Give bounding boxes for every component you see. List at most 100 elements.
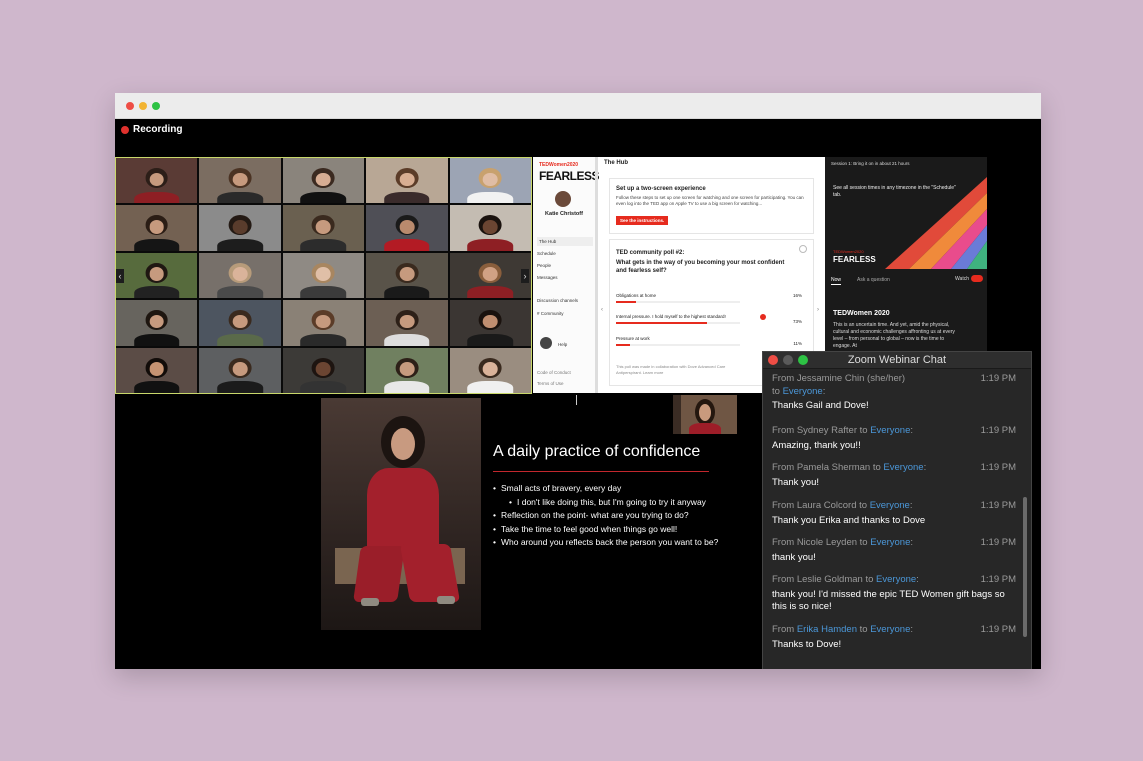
participant-video-tile[interactable] <box>199 300 281 346</box>
chat-recipient: Everyone <box>870 537 911 548</box>
participant-video-tile[interactable] <box>282 300 365 346</box>
avatar <box>555 191 571 207</box>
chat-recipient: Everyone <box>883 462 924 473</box>
chat-scrollbar-thumb[interactable] <box>1023 497 1027 637</box>
ted-nav-discussion-channels[interactable]: Discussion channels <box>537 298 578 303</box>
poll-bar-fill <box>616 322 707 324</box>
poll-bar-track <box>616 344 740 346</box>
participant-video-tile[interactable] <box>282 347 365 393</box>
gallery-prev-arrow[interactable]: ‹ <box>116 269 124 283</box>
participant-video-tile[interactable] <box>449 300 531 346</box>
setup-card-title: Set up a two-screen experience <box>616 186 706 192</box>
chat-timestamp: 1:19 PM <box>980 425 1016 436</box>
participant-video-tile[interactable] <box>116 158 198 204</box>
ted-brand: TEDWomen2020 <box>539 162 579 168</box>
chat-titlebar: Zoom Webinar Chat <box>763 352 1031 369</box>
tab-ask-a-question[interactable]: Ask a question <box>857 277 890 283</box>
fearless-stripes-graphic <box>885 177 987 269</box>
participant-video-tile[interactable] <box>366 347 448 393</box>
setup-card-body: Follow these steps to set up one screen … <box>616 195 804 206</box>
participant-video-tile[interactable] <box>199 205 281 251</box>
ted-event-name: FEARLESS <box>539 169 600 183</box>
participant-video-tile[interactable] <box>116 205 198 251</box>
chat-message-header: From Jessamine Chin (she/her) to Everyone… <box>772 373 906 397</box>
participant-video-tile[interactable] <box>116 300 198 346</box>
slide-bullet: Small acts of bravery, every day <box>493 482 718 496</box>
poll-option-percent: 11% <box>793 341 802 346</box>
ted-sidebar: TEDWomen2020 FEARLESS Katie Christoff Th… <box>533 157 600 393</box>
participant-video-tile[interactable] <box>449 158 531 204</box>
chat-timestamp: 1:19 PM <box>980 574 1016 585</box>
chevron-left-icon[interactable]: ‹ <box>601 307 603 313</box>
ted-code-of-conduct-link[interactable]: Code of Conduct <box>537 370 571 375</box>
participant-video-tile[interactable] <box>282 205 365 251</box>
participant-video-tile[interactable] <box>199 347 281 393</box>
watch-toggle[interactable] <box>971 275 983 282</box>
participant-video-tile[interactable] <box>366 205 448 251</box>
speaker-thumbnail-video[interactable] <box>673 395 737 434</box>
gallery-next-arrow[interactable]: › <box>521 269 529 283</box>
chat-sender: Laura Colcord <box>796 500 857 511</box>
participant-video-tile[interactable] <box>282 158 365 204</box>
participant-video-tile[interactable] <box>282 252 365 299</box>
sidebar-divider <box>595 157 598 393</box>
slide-title-underline <box>493 471 709 472</box>
ted-nav-the-hub[interactable]: The Hub <box>537 237 593 246</box>
info-icon[interactable] <box>799 245 807 253</box>
chat-timestamp: 1:19 PM <box>980 537 1016 548</box>
ted-nav-help[interactable]: Help <box>558 342 567 347</box>
chat-message-header: From Erika Hamden to Everyone: <box>772 624 913 635</box>
chat-message: From Erika Hamden to Everyone: 1:19 PM T… <box>772 624 1016 651</box>
ted-nav-messages[interactable]: Messages <box>537 275 558 280</box>
chevron-right-icon[interactable]: › <box>817 307 819 313</box>
window-titlebar <box>115 93 1041 119</box>
chat-timestamp: 1:19 PM <box>980 500 1016 511</box>
see-instructions-button[interactable]: See the instructions. <box>616 216 669 225</box>
chat-message-text: Thanks to Dove! <box>772 638 842 650</box>
setup-card: Set up a two-screen experience Follow th… <box>609 178 814 234</box>
chat-timestamp: 1:19 PM <box>980 624 1016 635</box>
chat-sender: Leslie Goldman <box>796 574 863 585</box>
poll-option-label: Obligations at home <box>616 293 657 298</box>
chat-message-text: Thank you! <box>772 476 819 488</box>
ted-nav-schedule[interactable]: Schedule <box>537 251 556 256</box>
session-body: This is an uncertain time. And yet, amid… <box>833 322 955 349</box>
participant-video-tile[interactable] <box>366 300 448 346</box>
chat-message-header: From Sydney Rafter to Everyone: <box>772 425 913 436</box>
poll-option-percent: 73% <box>792 319 802 324</box>
speaker-leg-right <box>399 544 461 602</box>
chat-message: From Pamela Sherman to Everyone: 1:19 PM… <box>772 462 1016 489</box>
chat-message: From Laura Colcord to Everyone: 1:19 PM … <box>772 500 1016 527</box>
speaker-face <box>391 428 415 460</box>
slide-bullet: Take the time to feel good when things g… <box>493 523 718 537</box>
participant-video-tile[interactable] <box>366 252 448 299</box>
slide-title: A daily practice of confidence <box>493 443 701 460</box>
help-icon <box>540 337 552 349</box>
zoom-window-button[interactable] <box>152 102 160 110</box>
minimize-window-button[interactable] <box>139 102 147 110</box>
participant-video-tile[interactable] <box>199 158 281 204</box>
poll-bar-fill <box>616 301 636 303</box>
chat-recipient: Everyone <box>876 574 917 585</box>
participant-gallery[interactable] <box>115 157 532 394</box>
participant-video-tile[interactable] <box>199 252 281 299</box>
recording-label: Recording <box>133 124 183 135</box>
participant-video-tile[interactable] <box>449 205 531 251</box>
slide-sub-bullet: I don't like doing this, but I'm going t… <box>493 496 718 510</box>
participant-video-tile[interactable] <box>449 252 531 299</box>
tab-now[interactable]: Now <box>831 277 842 285</box>
participant-video-tile[interactable] <box>366 158 448 204</box>
ted-nav-people[interactable]: People <box>537 263 551 268</box>
slide-bullet: Reflection on the point- what are you tr… <box>493 509 718 523</box>
participant-video-tile[interactable] <box>116 347 198 393</box>
record-dot-icon <box>121 125 129 134</box>
session-event-title: TEDWomen 2020 <box>833 310 890 317</box>
chat-recipient: Everyone <box>869 500 910 511</box>
ted-nav-community[interactable]: # Community <box>537 311 564 316</box>
chat-message-text: thank you! I'd missed the epic TED Women… <box>772 588 1005 613</box>
poll-option-percent: 16% <box>792 293 802 298</box>
participant-video-tile[interactable] <box>116 252 198 299</box>
ted-terms-link[interactable]: Terms of Use <box>537 381 564 386</box>
close-window-button[interactable] <box>126 102 134 110</box>
participant-video-tile[interactable] <box>449 347 531 393</box>
